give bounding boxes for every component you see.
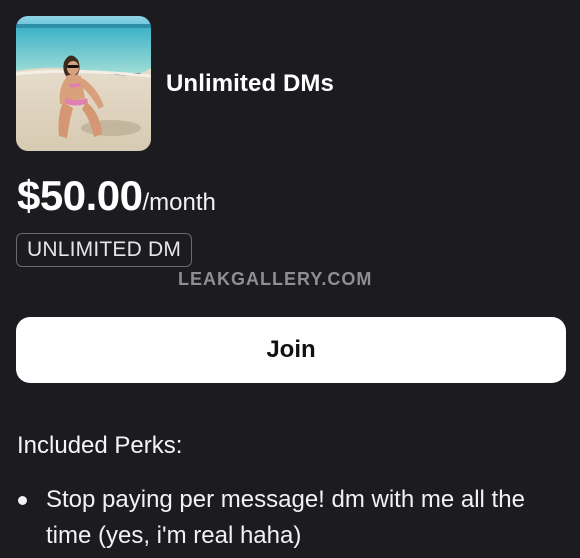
perks-list: Stop paying per message! dm with me all … — [16, 482, 568, 554]
beach-photo-image — [16, 16, 151, 151]
tier-title: Unlimited DMs — [166, 70, 334, 97]
watermark-text: LEAKGALLERY.COM — [178, 269, 373, 289]
bullet-icon — [18, 496, 27, 505]
tier-thumbnail — [16, 16, 151, 151]
join-button[interactable]: Join — [16, 317, 566, 383]
price-period: /month — [142, 189, 216, 216]
tier-badge: UNLIMITED DM — [16, 233, 193, 267]
perk-item: Stop paying per message! dm with me all … — [16, 482, 568, 554]
perk-text: Stop paying per message! dm with me all … — [46, 486, 525, 549]
perks-heading: Included Perks: — [17, 432, 183, 459]
price-row: $50.00/month — [17, 172, 216, 220]
price-amount: $50.00 — [17, 172, 143, 219]
